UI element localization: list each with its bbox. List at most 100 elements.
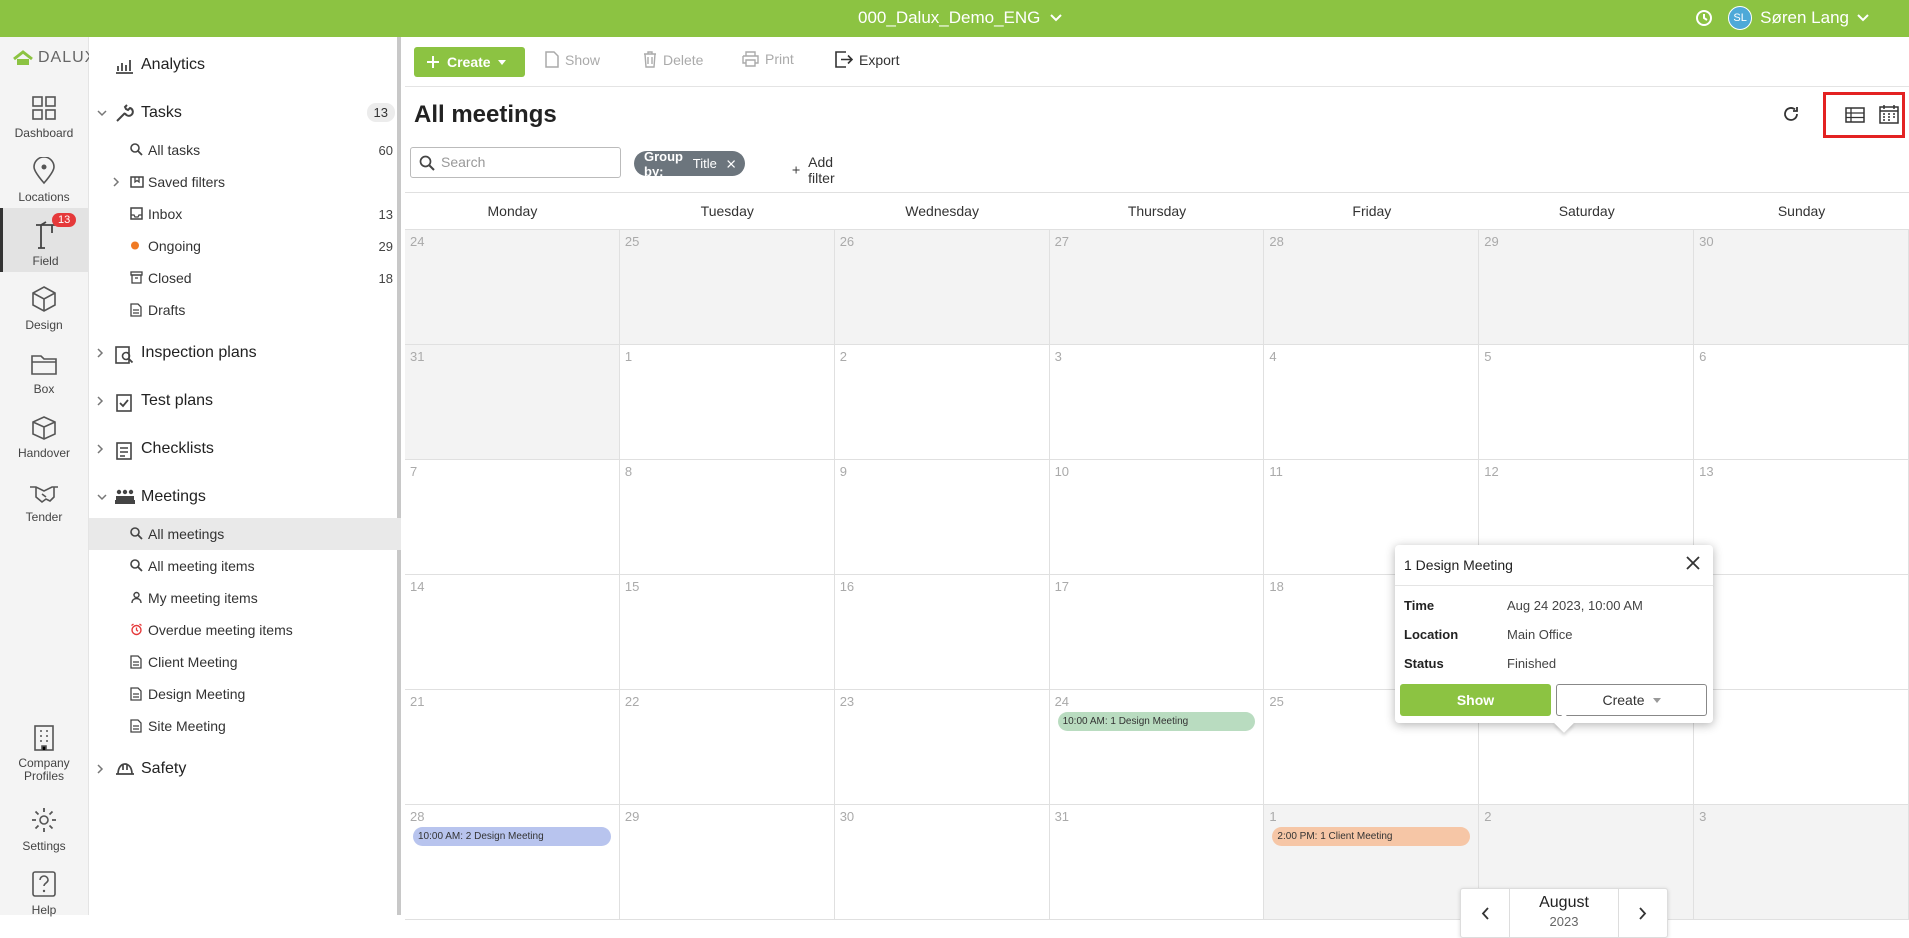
rail-item-field[interactable]: 13 Field bbox=[0, 208, 88, 272]
calendar-day-cell[interactable]: 28 bbox=[1264, 230, 1480, 345]
calendar-day-cell[interactable]: 26 bbox=[834, 230, 1050, 345]
calendar-day-cell[interactable]: 8 bbox=[619, 460, 835, 575]
calendar-day-cell[interactable]: 3 bbox=[1049, 345, 1265, 460]
prev-month-button[interactable] bbox=[1461, 889, 1509, 937]
nav-meetings[interactable]: Meetings bbox=[89, 477, 401, 517]
calendar-event[interactable]: 2:00 PM: 1 Client Meeting bbox=[1272, 827, 1471, 846]
calendar-day-cell[interactable]: 4 bbox=[1264, 345, 1480, 460]
popup-create-button[interactable]: Create bbox=[1556, 684, 1707, 716]
nav-tasks[interactable]: Tasks 13 bbox=[89, 93, 401, 133]
calendar-day-cell[interactable]: 24 10:00 AM: 1 Design Meeting bbox=[1049, 690, 1265, 805]
calendar-day-cell[interactable]: 3 bbox=[1694, 805, 1909, 920]
nav-item-ongoing[interactable]: Ongoing 29 bbox=[89, 230, 401, 262]
calendar-event[interactable]: 10:00 AM: 2 Design Meeting bbox=[413, 827, 611, 846]
add-filter-button[interactable]: Add filter bbox=[792, 154, 840, 186]
rail-item-tender[interactable]: Tender bbox=[0, 464, 88, 528]
calendar-day-cell[interactable]: 1 bbox=[619, 345, 835, 460]
rail-item-locations[interactable]: Locations bbox=[0, 144, 88, 208]
nav-item-my-meeting-items[interactable]: My meeting items bbox=[89, 582, 401, 614]
export-button[interactable]: Export bbox=[835, 51, 899, 68]
rail-item-dashboard[interactable]: Dashboard bbox=[0, 80, 88, 144]
day-number: 3 bbox=[1699, 809, 1707, 824]
calendar-day-cell[interactable]: 27 bbox=[1049, 230, 1265, 345]
nav-item-overdue-meeting-items[interactable]: Overdue meeting items bbox=[89, 614, 401, 646]
cube-icon bbox=[32, 286, 56, 312]
calendar-day-cell[interactable]: 28 10:00 AM: 2 Design Meeting bbox=[405, 805, 620, 920]
rail-label: Settings bbox=[22, 839, 66, 853]
next-month-button[interactable] bbox=[1619, 889, 1667, 937]
user-menu[interactable]: SL Søren Lang bbox=[1728, 6, 1869, 30]
calendar-day-cell[interactable]: 29 bbox=[619, 805, 835, 920]
nav-item-client-meeting[interactable]: Client Meeting bbox=[89, 646, 401, 678]
calendar-day-cell[interactable]: 5 bbox=[1479, 345, 1695, 460]
refresh-icon[interactable] bbox=[1781, 104, 1801, 124]
list-view-icon[interactable] bbox=[1845, 106, 1865, 124]
rail-item-help[interactable]: Help bbox=[0, 857, 88, 921]
project-selector[interactable]: 000_Dalux_Demo_ENG bbox=[858, 8, 1063, 28]
calendar-day-cell[interactable]: 16 bbox=[834, 575, 1050, 690]
calendar-day-cell[interactable]: 30 bbox=[834, 805, 1050, 920]
nav-test-plans[interactable]: Test plans bbox=[89, 381, 401, 421]
calendar-day-cell[interactable]: 31 bbox=[405, 345, 620, 460]
calendar-day-cell[interactable]: 23 bbox=[834, 690, 1050, 805]
history-icon[interactable] bbox=[1694, 8, 1714, 28]
month-label: August 2023 bbox=[1509, 889, 1619, 937]
nav-inspection-plans[interactable]: Inspection plans bbox=[89, 333, 401, 373]
nav-item-saved-filters[interactable]: Saved filters bbox=[89, 166, 401, 198]
document-icon bbox=[130, 303, 142, 317]
calendar-day-cell[interactable]: 20 bbox=[1694, 575, 1909, 690]
nav-item-all-meeting-items[interactable]: All meeting items bbox=[89, 550, 401, 582]
main-content: Create Show Delete Print Export All meet… bbox=[405, 37, 1909, 938]
nav-safety[interactable]: Safety bbox=[89, 749, 401, 789]
rail-item-company-profiles[interactable]: Company Profiles bbox=[0, 721, 88, 787]
nav-item-all-meetings[interactable]: All meetings bbox=[89, 518, 401, 550]
calendar-day-cell[interactable]: 2 bbox=[834, 345, 1050, 460]
calendar-day-cell[interactable]: 9 bbox=[834, 460, 1050, 575]
day-number: 9 bbox=[839, 464, 847, 479]
calendar-day-cell[interactable]: 21 bbox=[405, 690, 620, 805]
day-number: 1 bbox=[624, 349, 633, 364]
meeting-popup: 1 Design Meeting Time Aug 24 2023, 10:00… bbox=[1395, 545, 1713, 733]
calendar-day-cell[interactable]: 7 bbox=[405, 460, 620, 575]
calendar-event[interactable]: 10:00 AM: 1 Design Meeting bbox=[1057, 712, 1256, 731]
print-button[interactable]: Print bbox=[742, 51, 794, 67]
nav-checklists[interactable]: Checklists bbox=[89, 429, 401, 469]
calendar-day-cell[interactable]: 13 bbox=[1694, 460, 1909, 575]
calendar-day-cell[interactable]: 10 bbox=[1049, 460, 1265, 575]
calendar-day-cell[interactable]: 24 bbox=[405, 230, 620, 345]
dalux-logo[interactable]: DALUX bbox=[12, 49, 96, 67]
rail-item-settings[interactable]: Settings bbox=[0, 793, 88, 857]
calendar-day-cell[interactable]: 25 bbox=[619, 230, 835, 345]
nav-item-drafts[interactable]: Drafts bbox=[89, 294, 401, 326]
nav-item-all-tasks[interactable]: All tasks 60 bbox=[89, 134, 401, 166]
calendar-day-cell[interactable]: 27 bbox=[1694, 690, 1909, 805]
calendar-day-cell[interactable]: 14 bbox=[405, 575, 620, 690]
rail-item-handover[interactable]: Handover bbox=[0, 400, 88, 464]
calendar-day-cell[interactable]: 6 bbox=[1694, 345, 1909, 460]
calendar-day-cell[interactable]: 29 bbox=[1479, 230, 1695, 345]
calendar-day-cell[interactable]: 15 bbox=[619, 575, 835, 690]
calendar-view-icon[interactable] bbox=[1879, 104, 1899, 124]
nav-analytics[interactable]: Analytics bbox=[89, 45, 401, 85]
rail-label: Company Profiles bbox=[18, 756, 70, 783]
create-button[interactable]: Create bbox=[414, 47, 525, 77]
calendar-day-cell[interactable]: 22 bbox=[619, 690, 835, 805]
close-icon[interactable] bbox=[727, 158, 735, 170]
search-input[interactable]: Search bbox=[410, 147, 621, 178]
popup-show-button[interactable]: Show bbox=[1400, 684, 1551, 716]
nav-item-site-meeting[interactable]: Site Meeting bbox=[89, 710, 401, 742]
nav-item-design-meeting[interactable]: Design Meeting bbox=[89, 678, 401, 710]
calendar-day-cell[interactable]: 1 2:00 PM: 1 Client Meeting bbox=[1264, 805, 1480, 920]
show-button[interactable]: Show bbox=[545, 51, 600, 68]
nav-item-closed[interactable]: Closed 18 bbox=[89, 262, 401, 294]
delete-button[interactable]: Delete bbox=[643, 51, 703, 68]
calendar-day-cell[interactable]: 30 bbox=[1694, 230, 1909, 345]
group-by-chip[interactable]: Group by: Title bbox=[634, 149, 746, 179]
nav-item-inbox[interactable]: Inbox 13 bbox=[89, 198, 401, 230]
day-number: 1 bbox=[1269, 809, 1277, 824]
calendar-day-cell[interactable]: 17 bbox=[1049, 575, 1265, 690]
rail-item-design[interactable]: Design bbox=[0, 272, 88, 336]
calendar-day-cell[interactable]: 31 bbox=[1049, 805, 1265, 920]
rail-item-box[interactable]: Box bbox=[0, 336, 88, 400]
close-icon[interactable] bbox=[1685, 555, 1701, 571]
